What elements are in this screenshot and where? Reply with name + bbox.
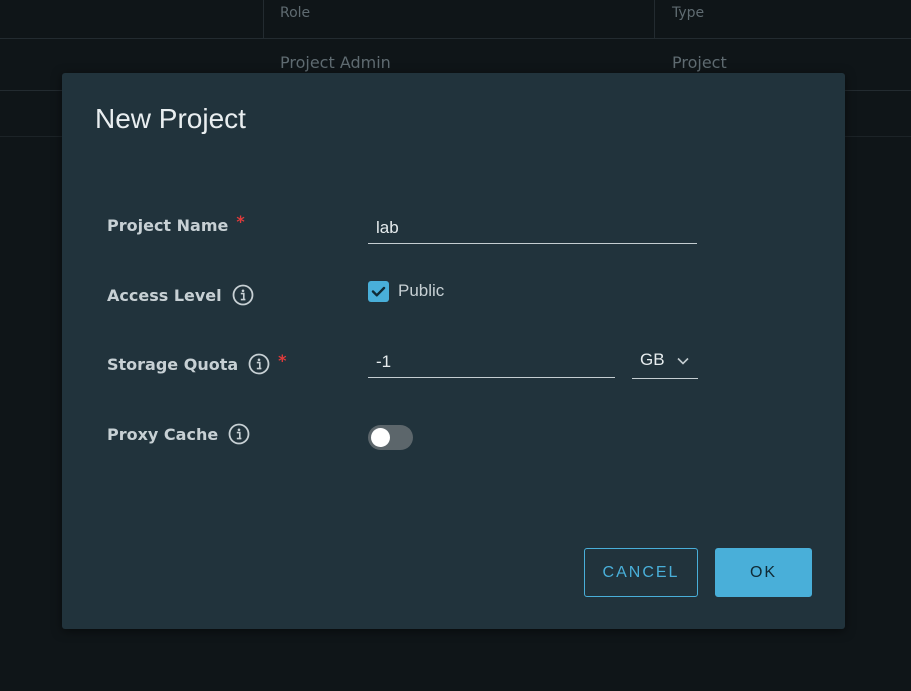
check-icon: [371, 286, 386, 297]
cell-role: Project Admin: [280, 53, 391, 72]
proxy-cache-label-text: Proxy Cache: [107, 424, 219, 444]
project-name-label: Project Name *: [107, 212, 245, 235]
table-header: Role Type: [0, 0, 911, 39]
info-icon[interactable]: [232, 284, 254, 306]
info-icon[interactable]: [228, 423, 250, 445]
required-mark: *: [236, 212, 245, 231]
project-name-label-text: Project Name: [107, 216, 229, 235]
storage-quota-label: Storage Quota *: [107, 350, 287, 375]
toggle-knob: [371, 428, 390, 447]
storage-quota-label-text: Storage Quota: [107, 354, 239, 374]
public-checkbox-label[interactable]: Public: [398, 281, 444, 301]
storage-unit-value: GB: [640, 350, 665, 369]
column-header-role: Role: [280, 5, 311, 21]
proxy-cache-toggle[interactable]: [368, 425, 413, 450]
column-separator: [263, 0, 264, 38]
proxy-cache-label: Proxy Cache: [107, 423, 250, 445]
storage-unit-select[interactable]: GB: [632, 344, 698, 379]
new-project-dialog: New Project Project Name * lab Access Le…: [62, 73, 845, 629]
info-icon[interactable]: [248, 353, 270, 375]
public-checkbox[interactable]: [368, 281, 389, 302]
ok-button[interactable]: OK: [715, 548, 812, 597]
column-header-type: Type: [672, 5, 705, 21]
dialog-title: New Project: [95, 103, 246, 134]
cell-type: Project: [672, 53, 727, 72]
cancel-button[interactable]: CANCEL: [584, 548, 698, 597]
project-name-input[interactable]: lab: [368, 214, 697, 244]
access-level-label-text: Access Level: [107, 285, 222, 305]
required-mark: *: [278, 350, 287, 370]
storage-quota-input[interactable]: -1: [368, 348, 615, 378]
chevron-down-icon: [677, 357, 689, 365]
column-separator: [654, 0, 655, 38]
access-level-label: Access Level: [107, 284, 254, 306]
